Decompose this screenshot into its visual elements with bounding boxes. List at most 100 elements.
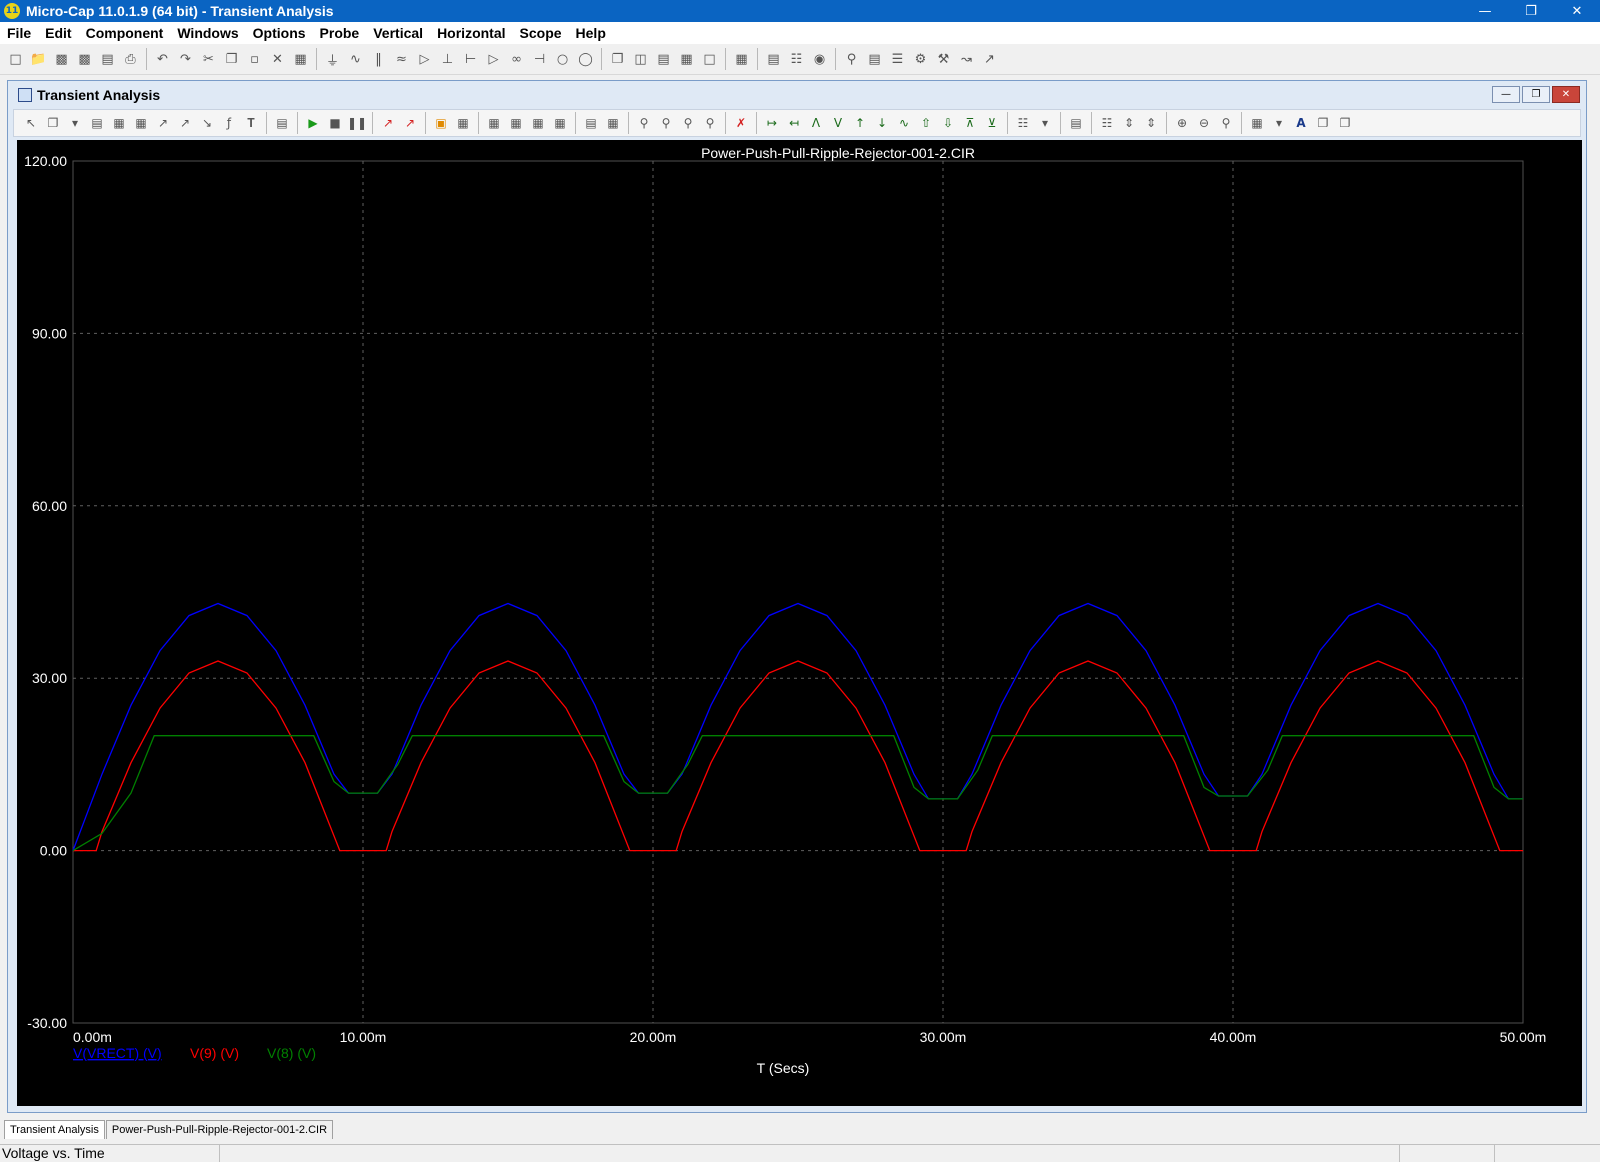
transformer-icon[interactable]: ∞ xyxy=(505,48,528,71)
data-points-icon[interactable]: ▣ xyxy=(430,112,452,134)
restore-icon[interactable]: ❐ xyxy=(1508,0,1554,22)
menu-horizontal[interactable]: Horizontal xyxy=(430,25,512,41)
next-peak-icon[interactable]: ↦ xyxy=(761,112,783,134)
border-icon[interactable]: ▦ xyxy=(527,112,549,134)
align-cursors-icon[interactable]: ⇕ xyxy=(1118,112,1140,134)
save-all-icon[interactable]: ▩ xyxy=(73,48,96,71)
copy-plot-icon[interactable]: ❐ xyxy=(42,112,64,134)
analysis-plot-icon[interactable]: ↝ xyxy=(955,48,978,71)
plot-area[interactable]: 120.00 90.00 60.00 30.00 0.00 -30.00 0.00m 10.0… xyxy=(17,140,1582,1106)
scale-icon[interactable]: ▦ xyxy=(108,112,130,134)
zoom-icon[interactable]: ⚲ xyxy=(655,112,677,134)
animate-icon[interactable]: ▤ xyxy=(1065,112,1087,134)
new-file-icon[interactable]: □ xyxy=(4,48,27,71)
plot-fit-icon[interactable]: ↘ xyxy=(196,112,218,134)
child-minimize-icon[interactable]: — xyxy=(1492,86,1520,103)
probe-icon[interactable]: ↗ xyxy=(978,48,1001,71)
graph-icon[interactable]: ▦ xyxy=(130,112,152,134)
redo-icon[interactable]: ↷ xyxy=(174,48,197,71)
next-valley-icon[interactable]: ↤ xyxy=(783,112,805,134)
tile-horizontal-icon[interactable]: ▤ xyxy=(652,48,675,71)
region-icon[interactable]: ▤ xyxy=(86,112,108,134)
delete-icon[interactable]: ✕ xyxy=(266,48,289,71)
grid-icon[interactable]: ▦ xyxy=(483,112,505,134)
menu-file[interactable]: File xyxy=(0,25,38,41)
calculator-icon[interactable]: ▦ xyxy=(730,48,753,71)
window-icon[interactable]: □ xyxy=(698,48,721,71)
menu-edit[interactable]: Edit xyxy=(38,25,78,41)
copy-icon[interactable]: ❐ xyxy=(220,48,243,71)
close-icon[interactable]: ✕ xyxy=(1554,0,1600,22)
horizontal-axis-icon[interactable]: ▤ xyxy=(580,112,602,134)
properties-icon[interactable]: ☰ xyxy=(886,48,909,71)
mosfet-icon[interactable]: ⊢ xyxy=(459,48,482,71)
cascade-icon[interactable]: ❐ xyxy=(606,48,629,71)
menu-options[interactable]: Options xyxy=(246,25,313,41)
global-low-icon[interactable]: ⇩ xyxy=(937,112,959,134)
restore-scale-icon[interactable]: ↗ xyxy=(399,112,421,134)
ground-icon[interactable]: ⏚ xyxy=(321,48,344,71)
menu-vertical[interactable]: Vertical xyxy=(366,25,430,41)
global-high-icon[interactable]: ⇧ xyxy=(915,112,937,134)
minimize-icon[interactable]: — xyxy=(1462,0,1508,22)
stop-icon[interactable]: ■ xyxy=(324,112,346,134)
bold-grid-icon[interactable]: ▦ xyxy=(549,112,571,134)
pause-icon[interactable]: ❚❚ xyxy=(346,112,368,134)
capacitor-icon[interactable]: ‖ xyxy=(367,48,390,71)
select-all-icon[interactable]: ▦ xyxy=(289,48,312,71)
copy-bitmap-icon[interactable]: ❐ xyxy=(1312,112,1334,134)
pan-icon[interactable]: ⚲ xyxy=(677,112,699,134)
menu-probe[interactable]: Probe xyxy=(313,25,367,41)
font-icon[interactable]: A xyxy=(1290,112,1312,134)
align-vertical-icon[interactable]: ⇕ xyxy=(1140,112,1162,134)
zoom-in-icon[interactable]: ⊕ xyxy=(1171,112,1193,134)
grid-options-icon[interactable]: ▦ xyxy=(1246,112,1268,134)
limits-icon[interactable]: ▤ xyxy=(271,112,293,134)
tab-circuit-file[interactable]: Power-Push-Pull-Ripple-Rejector-001-2.CI… xyxy=(105,1120,334,1139)
component-panel-icon[interactable]: ▤ xyxy=(762,48,785,71)
battery-icon[interactable]: ⊣ xyxy=(528,48,551,71)
sine-source-icon[interactable]: ◯ xyxy=(574,48,597,71)
numeric-output-icon[interactable]: ☷ xyxy=(1096,112,1118,134)
diode-icon[interactable]: ▷ xyxy=(413,48,436,71)
clipboard-icon[interactable]: ☷ xyxy=(1012,112,1034,134)
menu-component[interactable]: Component xyxy=(79,25,171,41)
copy-window-icon[interactable]: ❐ xyxy=(1334,112,1356,134)
low-icon[interactable]: ↓ xyxy=(871,112,893,134)
child-close-icon[interactable]: ✕ xyxy=(1552,86,1580,103)
plot-line-icon[interactable]: ↗ xyxy=(152,112,174,134)
minor-grid-icon[interactable]: ▦ xyxy=(505,112,527,134)
dropdown-arrow-icon[interactable]: ▾ xyxy=(64,112,86,134)
high-icon[interactable]: ↑ xyxy=(849,112,871,134)
print-preview-icon[interactable]: ▤ xyxy=(96,48,119,71)
find-icon[interactable]: ⚲ xyxy=(840,48,863,71)
select-arrow-icon[interactable]: ↖ xyxy=(20,112,42,134)
global-settings-icon[interactable]: ⚙ xyxy=(909,48,932,71)
tools-icon[interactable]: ⚒ xyxy=(932,48,955,71)
valley-icon[interactable]: V xyxy=(827,112,849,134)
print-icon[interactable]: ⎙ xyxy=(119,48,142,71)
grid-options-dropdown-icon[interactable]: ▾ xyxy=(1268,112,1290,134)
clear-cursors-icon[interactable]: ✗ xyxy=(730,112,752,134)
bottom-icon[interactable]: ⊻ xyxy=(981,112,1003,134)
function-icon[interactable]: ƒ xyxy=(218,112,240,134)
inflection-icon[interactable]: ∿ xyxy=(893,112,915,134)
open-folder-icon[interactable]: 📁 xyxy=(27,48,50,71)
vertical-axis-icon[interactable]: ▦ xyxy=(602,112,624,134)
peak-icon[interactable]: Λ xyxy=(805,112,827,134)
menu-help[interactable]: Help xyxy=(569,25,613,41)
tokens-icon[interactable]: ▦ xyxy=(452,112,474,134)
plot-curve-icon[interactable]: ↗ xyxy=(174,112,196,134)
top-icon[interactable]: ⊼ xyxy=(959,112,981,134)
cursor-mode-icon[interactable]: ⚲ xyxy=(633,112,655,134)
transistor-icon[interactable]: ⊥ xyxy=(436,48,459,71)
source-icon[interactable]: ○ xyxy=(551,48,574,71)
cut-icon[interactable]: ✂ xyxy=(197,48,220,71)
zoom-fit-icon[interactable]: ⚲ xyxy=(1215,112,1237,134)
info-icon[interactable]: ▤ xyxy=(863,48,886,71)
library-icon[interactable]: ☷ xyxy=(785,48,808,71)
resistor-icon[interactable]: ∿ xyxy=(344,48,367,71)
inductor-icon[interactable]: ≈ xyxy=(390,48,413,71)
tile-vertical-icon[interactable]: ◫ xyxy=(629,48,652,71)
opamp-icon[interactable]: ▷ xyxy=(482,48,505,71)
